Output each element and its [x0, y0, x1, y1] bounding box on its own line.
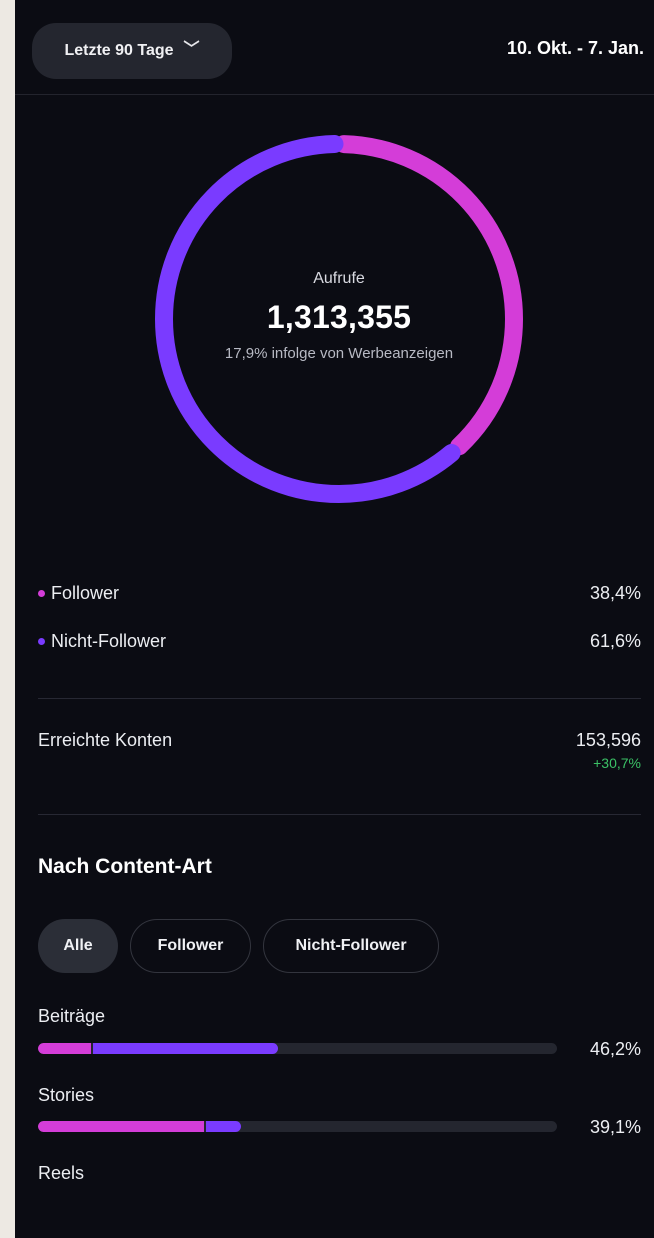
posts-follower-segment	[38, 1043, 91, 1054]
header: Letzte 90 Tage ﹀ 10. Okt. - 7. Jan.	[15, 0, 654, 95]
insights-panel: Letzte 90 Tage ﹀ 10. Okt. - 7. Jan. Aufr…	[15, 0, 654, 1238]
views-total: 1,313,355	[266, 299, 412, 335]
reached-accounts-value: 153,596	[575, 730, 641, 750]
reached-accounts-change: +30,7%	[593, 755, 641, 771]
reached-accounts-row: Erreichte Konten 153,596 +30,7%	[38, 730, 641, 778]
content-type-bar-stories	[38, 1121, 557, 1132]
stories-nonfollower-segment	[206, 1121, 241, 1132]
legend-nonfollower-label: Nicht-Follower	[51, 630, 167, 651]
posts-nonfollower-segment	[92, 1043, 278, 1054]
date-range-dropdown[interactable]: Letzte 90 Tage ﹀	[32, 23, 232, 79]
content-type-label-reels: Reels	[38, 1163, 85, 1183]
content-type-bar-posts	[38, 1043, 557, 1054]
content-type-value-stories: 39,1%	[589, 1117, 641, 1137]
content-type-title: Nach Content-Art	[38, 855, 212, 878]
legend-nonfollower: Nicht-Follower 61,6%	[38, 628, 641, 654]
ads-note: 17,9% infolge von Werbeanzeigen	[224, 345, 454, 362]
content-filter-chips: Alle Follower Nicht-Follower	[38, 919, 439, 973]
content-type-label-posts: Beiträge	[38, 1006, 106, 1026]
divider	[38, 814, 641, 815]
date-range-dropdown-label: Letzte 90 Tage	[64, 42, 174, 59]
views-label: Aufrufe	[313, 270, 365, 287]
follower-dot-icon	[38, 589, 45, 597]
filter-chip-nonfollower[interactable]: Nicht-Follower	[263, 919, 439, 973]
legend-follower-label: Follower	[51, 582, 120, 603]
content-type-value-posts: 46,2%	[589, 1039, 641, 1059]
legend-nonfollower-value: 61,6%	[589, 630, 641, 651]
nonfollower-dot-icon	[38, 637, 45, 645]
legend-follower-value: 38,4%	[589, 582, 641, 603]
legend-follower: Follower 38,4%	[38, 580, 641, 606]
stories-follower-segment	[38, 1121, 205, 1132]
chevron-down-icon: ﹀	[183, 41, 200, 58]
filter-chip-all[interactable]: Alle	[38, 919, 118, 973]
reached-accounts-label: Erreichte Konten	[38, 730, 173, 750]
filter-chip-follower[interactable]: Follower	[130, 919, 251, 973]
divider	[38, 698, 641, 699]
content-type-label-stories: Stories	[38, 1085, 95, 1105]
date-range-text: 10. Okt. - 7. Jan.	[506, 38, 644, 58]
